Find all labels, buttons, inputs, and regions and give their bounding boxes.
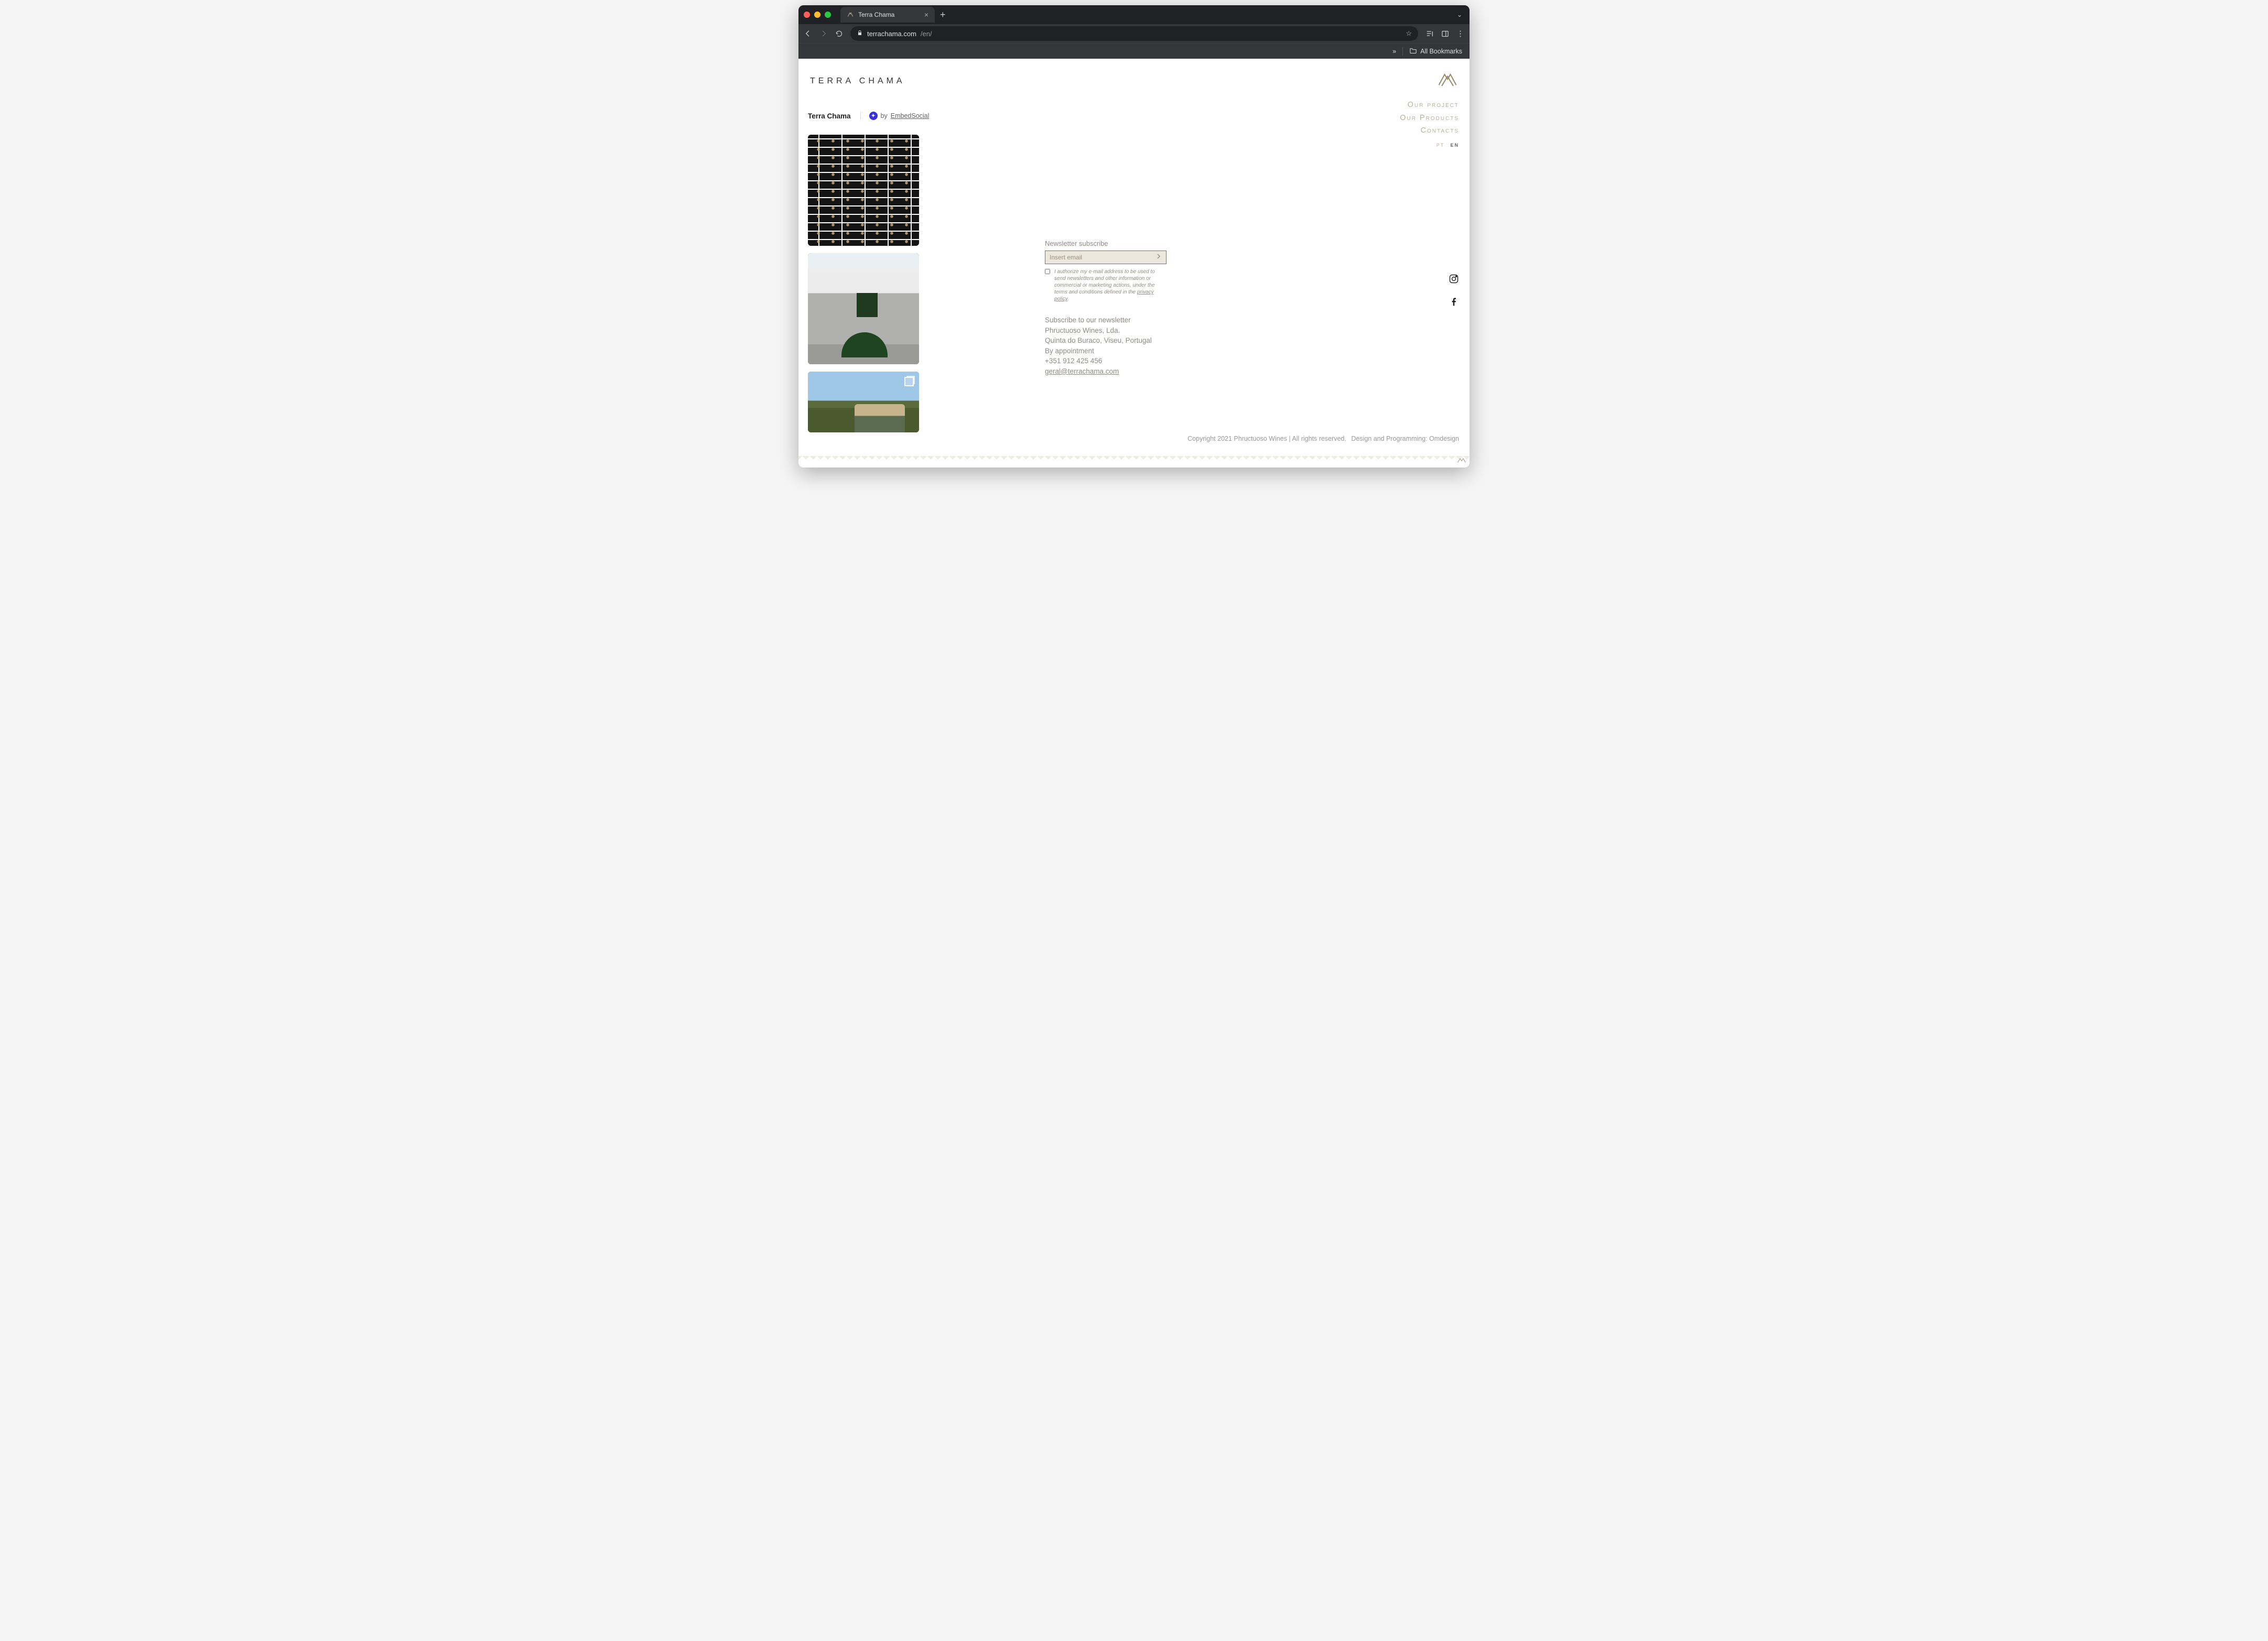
social-feed [808,135,919,432]
address-bar[interactable]: terrachama.com/en/ ☆ [850,26,1418,41]
bookmark-bar: » All Bookmarks [798,43,1470,59]
bookmark-star-icon[interactable]: ☆ [1406,29,1412,38]
nav-contacts[interactable]: Contacts [1400,124,1459,137]
feed-image-wine-rack [808,135,919,246]
contacts-line: Subscribe to our newsletter [1045,315,1167,325]
contacts-line: By appointment [1045,346,1167,356]
tabs-dropdown-icon[interactable]: ⌄ [1457,11,1462,18]
feed-image-vineyard-vehicle [808,372,919,432]
embedsocial-badge-icon: ✦ [869,112,878,120]
folder-icon [1409,47,1417,56]
contacts-line: Phructuoso Wines, Lda. [1045,325,1167,336]
gallery-icon [904,377,914,386]
tab-bar: Terra Chama × + ⌄ [798,5,1470,24]
forward-button[interactable] [819,29,828,38]
language-switch: pt en [1400,139,1459,150]
footer-copyright: Copyright 2021 Phructuoso Wines | All ri… [1187,435,1346,442]
consent-checkbox[interactable] [1045,269,1050,274]
main-nav: Our project Our Products Contacts pt en [1400,99,1459,150]
all-bookmarks-label: All Bookmarks [1420,48,1462,55]
minimize-window-button[interactable] [814,12,820,18]
consent-text: I authorize my e-mail address to be used… [1054,268,1167,302]
lang-en[interactable]: en [1450,140,1459,148]
close-window-button[interactable] [804,12,810,18]
contacts-line: Quinta do Buraco, Viseu, Portugal [1045,335,1167,346]
contacts-phone: +351 912 425 456 [1045,356,1167,366]
newsletter-block: Newsletter subscribe I authorize my e-ma… [1045,240,1167,376]
tab-title: Terra Chama [858,11,894,18]
feed-title: Terra Chama [808,112,851,120]
browser-chrome: Terra Chama × + ⌄ terrachama.com/en/ [798,5,1470,59]
contacts-email-link[interactable]: geral@terrachama.com [1045,367,1119,375]
corner-mark-icon [1457,457,1466,465]
lock-icon [857,30,863,38]
window-controls [804,12,831,18]
all-bookmarks-button[interactable]: All Bookmarks [1409,47,1462,56]
newsletter-input-wrap [1045,251,1167,264]
url-path: /en/ [921,30,932,38]
reload-button[interactable] [835,30,843,38]
feed-image-winery-exterior [808,253,919,364]
media-control-icon[interactable] [1425,29,1434,38]
footer-design-credit: Design and Programming: Omdesign [1351,435,1459,442]
favicon-icon [847,11,854,18]
lang-pt[interactable]: pt [1437,140,1445,148]
facebook-link[interactable] [1449,296,1459,309]
zoom-window-button[interactable] [825,12,831,18]
url-host: terrachama.com [867,30,916,38]
site-logo-icon[interactable] [1436,69,1460,93]
overflow-icon[interactable]: » [1392,48,1396,55]
page-content: TERRA CHAMA Our project Our Products Con… [798,59,1470,468]
embedsocial-link[interactable]: EmbedSocial [891,112,930,119]
feed-header: Terra Chama ✦ by EmbedSocial [808,112,1460,120]
feed-item[interactable] [808,253,919,364]
main-columns: Newsletter subscribe I authorize my e-ma… [808,135,1460,432]
embed-attribution: ✦ by EmbedSocial [860,112,930,120]
menu-icon[interactable]: ⋮ [1456,29,1464,38]
feed-item[interactable] [808,372,919,432]
social-rail [1449,274,1459,309]
site-header: TERRA CHAMA [808,69,1460,93]
newsletter-submit-button[interactable] [1154,253,1163,262]
instagram-link[interactable] [1449,274,1459,287]
newsletter-label: Newsletter subscribe [1045,240,1167,247]
contacts-block: Subscribe to our newsletter Phructuoso W… [1045,315,1167,376]
consent-row: I authorize my e-mail address to be used… [1045,268,1167,302]
newsletter-email-input[interactable] [1050,254,1154,261]
footer-divider [798,456,1470,463]
browser-tab[interactable]: Terra Chama × [840,7,935,23]
divider [1402,47,1403,56]
site-wordmark[interactable]: TERRA CHAMA [808,69,905,86]
nav-project[interactable]: Our project [1400,99,1459,112]
close-tab-icon[interactable]: × [924,10,928,19]
feed-item[interactable] [808,135,919,246]
new-tab-button[interactable]: + [940,9,946,20]
footer-text: Copyright 2021 Phructuoso Wines | All ri… [1187,435,1459,442]
nav-bar: terrachama.com/en/ ☆ ⋮ [798,24,1470,43]
browser-window: Terra Chama × + ⌄ terrachama.com/en/ [798,5,1470,468]
back-button[interactable] [804,29,812,38]
nav-products[interactable]: Our Products [1400,112,1459,125]
embed-by-prefix: by [881,112,888,119]
side-panel-icon[interactable] [1441,30,1449,38]
